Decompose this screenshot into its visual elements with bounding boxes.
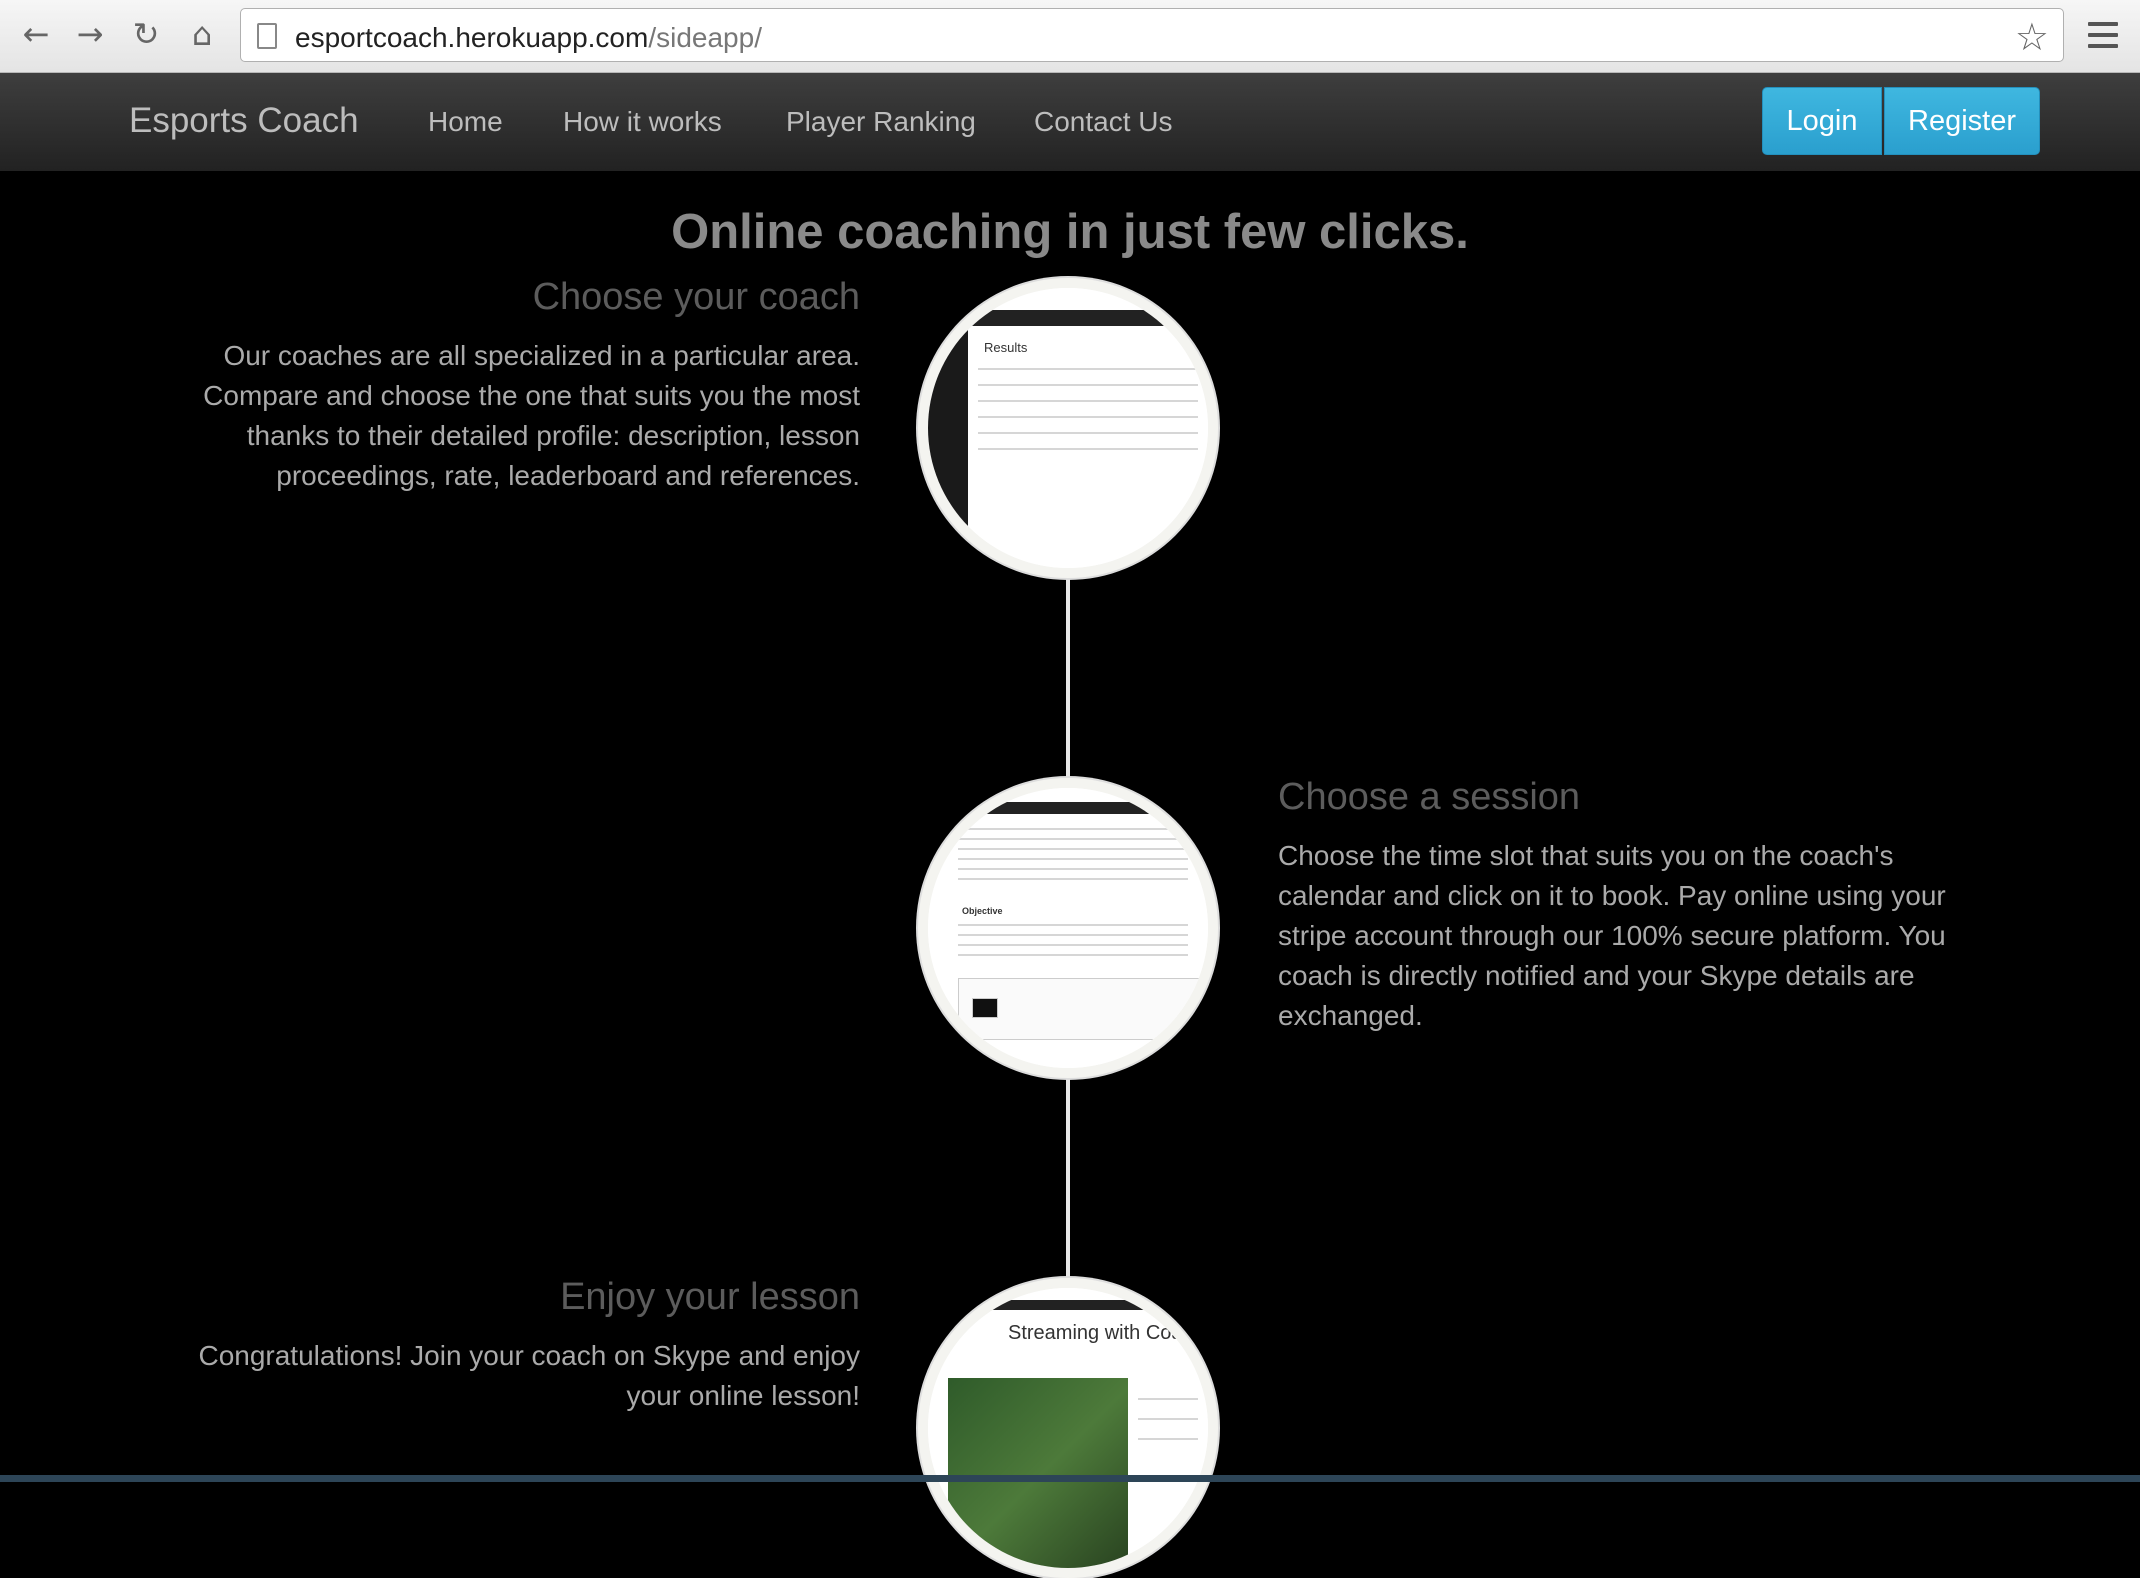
step-title-choose-session: Choose a session bbox=[1278, 776, 1581, 818]
step-title-choose-coach: Choose your coach bbox=[532, 276, 860, 318]
page-icon bbox=[257, 23, 277, 49]
nav-home[interactable]: Home bbox=[428, 106, 503, 138]
home-icon[interactable]: ⌂ bbox=[182, 14, 222, 54]
brand-logo[interactable]: Esports Coach bbox=[129, 101, 359, 141]
step-text-choose-coach: Our coaches are all specialized in a par… bbox=[203, 340, 860, 491]
nav-how-it-works[interactable]: How it works bbox=[563, 106, 722, 138]
timeline-connector bbox=[1066, 570, 1070, 780]
nav-contact-us[interactable]: Contact Us bbox=[1034, 106, 1173, 138]
timeline-connector bbox=[1066, 1070, 1070, 1280]
streaming-lesson-screenshot: Streaming with Coa bbox=[918, 1278, 1218, 1578]
url-text[interactable]: esportcoach.herokuapp.com/sideapp/ bbox=[295, 22, 762, 54]
page-headline: Online coaching in just few clicks. bbox=[671, 205, 1469, 259]
register-button[interactable]: Register bbox=[1884, 87, 2040, 155]
browser-toolbar: ← → ↻ ⌂ esportcoach.herokuapp.com/sideap… bbox=[0, 0, 2140, 73]
page-bottom-edge bbox=[0, 1475, 2140, 1482]
forward-arrow-icon[interactable]: → bbox=[70, 14, 110, 54]
address-bar[interactable]: esportcoach.herokuapp.com/sideapp/ ☆ bbox=[240, 8, 2064, 62]
step-title-enjoy-lesson: Enjoy your lesson bbox=[560, 1276, 860, 1318]
step-text-choose-session: Choose the time slot that suits you on t… bbox=[1278, 840, 1946, 1031]
reload-icon[interactable]: ↻ bbox=[126, 14, 166, 54]
coach-results-screenshot: Results bbox=[918, 278, 1218, 578]
site-navbar: Esports Coach Home How it works Player R… bbox=[0, 73, 2140, 171]
login-button[interactable]: Login bbox=[1762, 87, 1882, 155]
browser-menu-icon[interactable] bbox=[2088, 22, 2118, 48]
back-arrow-icon[interactable]: ← bbox=[16, 14, 56, 54]
session-booking-screenshot: Objective bbox=[918, 778, 1218, 1078]
step-text-enjoy-lesson: Congratulations! Join your coach on Skyp… bbox=[198, 1340, 860, 1411]
nav-player-ranking[interactable]: Player Ranking bbox=[786, 106, 976, 138]
bookmark-star-icon[interactable]: ☆ bbox=[2015, 15, 2049, 59]
